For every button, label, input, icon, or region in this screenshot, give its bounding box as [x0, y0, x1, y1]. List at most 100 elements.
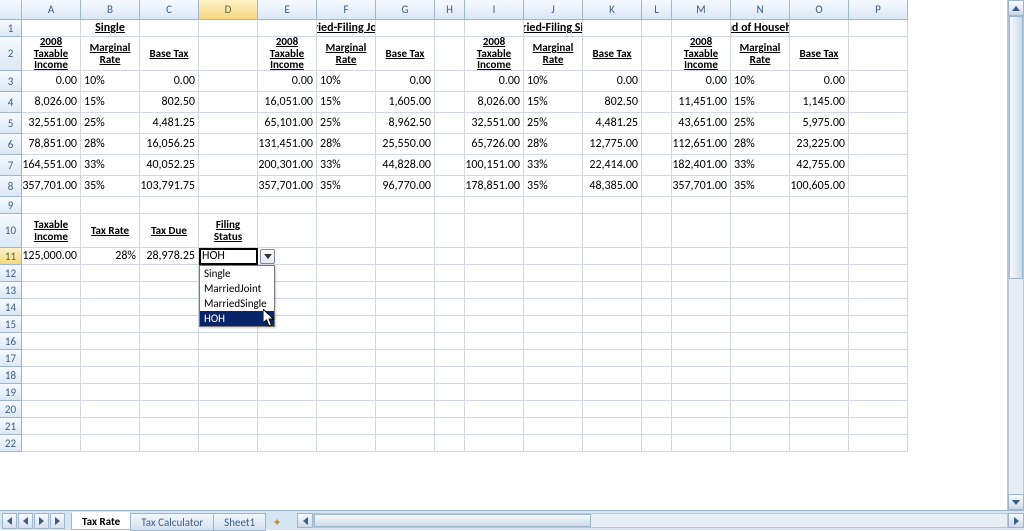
col-header-C[interactable]: C	[140, 0, 199, 20]
cell-base: 25,550.00	[376, 134, 435, 155]
cell-base: 0.00	[583, 71, 642, 92]
col-header-G[interactable]: G	[376, 0, 435, 20]
col-header-H[interactable]: H	[435, 0, 465, 20]
row-header-5[interactable]: 5	[0, 113, 22, 134]
row-header-10[interactable]: 10	[0, 214, 22, 248]
row-header-15[interactable]: 15	[0, 316, 22, 333]
calc-header: Taxable Income	[22, 214, 81, 248]
row-header-6[interactable]: 6	[0, 134, 22, 155]
tab-prev-button[interactable]	[18, 513, 33, 529]
cell-base: 23,225.00	[790, 134, 849, 155]
row-header-19[interactable]: 19	[0, 384, 22, 401]
row-header-1[interactable]: 1	[0, 20, 22, 37]
cell-rate: 33%	[81, 155, 140, 176]
row-header-7[interactable]: 7	[0, 155, 22, 176]
cell-income: 8,026.00	[465, 92, 524, 113]
cell-base: 802.50	[583, 92, 642, 113]
col-header-P[interactable]: P	[849, 0, 908, 20]
col-header: Marginal Rate	[731, 37, 790, 71]
row-header-12[interactable]: 12	[0, 265, 22, 282]
row-header-9[interactable]: 9	[0, 197, 22, 214]
vscroll-track[interactable]	[1008, 16, 1024, 494]
hscroll-track[interactable]	[313, 513, 1008, 528]
cell-income: 11,451.00	[672, 92, 731, 113]
cell-base: 40,052.25	[140, 155, 199, 176]
cell-base: 12,775.00	[583, 134, 642, 155]
scroll-up-button[interactable]	[1008, 0, 1024, 16]
row-header-18[interactable]: 18	[0, 367, 22, 384]
cell-income: 65,101.00	[258, 113, 317, 134]
scroll-down-button[interactable]	[1008, 494, 1024, 510]
row-header-22[interactable]: 22	[0, 435, 22, 452]
cell-rate: 28%	[81, 134, 140, 155]
cell-income: 164,551.00	[22, 155, 81, 176]
cell-base: 0.00	[790, 71, 849, 92]
cell-income: 43,651.00	[672, 113, 731, 134]
cell-income: 8,026.00	[22, 92, 81, 113]
tab-last-button[interactable]	[50, 513, 65, 529]
cell-base: 1,145.00	[790, 92, 849, 113]
cell-rate: 10%	[731, 71, 790, 92]
vertical-scrollbar[interactable]	[1007, 0, 1024, 510]
cursor-icon	[263, 309, 277, 327]
tab-tax-calculator[interactable]: Tax Calculator	[130, 513, 214, 531]
col-header-N[interactable]: N	[731, 0, 790, 20]
tab-sheet1[interactable]: Sheet1	[213, 513, 266, 531]
col-header: Marginal Rate	[317, 37, 376, 71]
cell-income: 65,726.00	[465, 134, 524, 155]
row-header-2[interactable]: 2	[0, 37, 22, 71]
row-header-14[interactable]: 14	[0, 299, 22, 316]
cell-base: 16,056.25	[140, 134, 199, 155]
cell-rate: 28%	[317, 134, 376, 155]
col-header-M[interactable]: M	[672, 0, 731, 20]
hscroll-thumb[interactable]	[314, 514, 591, 527]
cell-income: 357,701.00	[22, 176, 81, 197]
row-header-8[interactable]: 8	[0, 176, 22, 197]
col-header: 2008 Taxable Income	[465, 37, 524, 71]
tab-nav	[0, 511, 67, 530]
cell-rate: 33%	[317, 155, 376, 176]
spreadsheet-grid[interactable]: ABCDEFGHIJKLMNOP1SingleMarried-Filing Jo…	[0, 0, 1024, 510]
col-header-D[interactable]: D	[199, 0, 258, 20]
scroll-right-button[interactable]	[1008, 513, 1024, 528]
dropdown-option-single[interactable]: Single	[200, 266, 274, 281]
group-title-hoh: Head of Household	[731, 20, 790, 37]
col-header-E[interactable]: E	[258, 0, 317, 20]
cell-rate: 25%	[81, 113, 140, 134]
insert-sheet-icon[interactable]: ✦	[269, 514, 285, 530]
col-header-L[interactable]: L	[642, 0, 672, 20]
row-header-20[interactable]: 20	[0, 401, 22, 418]
calc-cell-filing_status[interactable]: HOH	[199, 248, 258, 265]
group-title-single: Single	[81, 20, 140, 37]
col-header-K[interactable]: K	[583, 0, 642, 20]
row-header-16[interactable]: 16	[0, 333, 22, 350]
row-header-17[interactable]: 17	[0, 350, 22, 367]
tab-next-button[interactable]	[34, 513, 49, 529]
tab-first-button[interactable]	[2, 513, 17, 529]
row-header-13[interactable]: 13	[0, 282, 22, 299]
col-header-J[interactable]: J	[524, 0, 583, 20]
dropdown-option-marriedjoint[interactable]: MarriedJoint	[200, 281, 274, 296]
cell-rate: 28%	[731, 134, 790, 155]
select-all-corner[interactable]	[0, 0, 22, 20]
col-header-B[interactable]: B	[81, 0, 140, 20]
scroll-left-button[interactable]	[297, 513, 313, 528]
tab-tax-rate[interactable]: Tax Rate	[71, 512, 131, 530]
col-header-O[interactable]: O	[790, 0, 849, 20]
col-header-A[interactable]: A	[22, 0, 81, 20]
row-header-11[interactable]: 11	[0, 248, 22, 265]
cell-rate: 35%	[317, 176, 376, 197]
dropdown-button[interactable]	[260, 249, 275, 264]
cell-income: 16,051.00	[258, 92, 317, 113]
col-header: 2008 Taxable Income	[672, 37, 731, 71]
row-header-3[interactable]: 3	[0, 71, 22, 92]
col-header-I[interactable]: I	[465, 0, 524, 20]
cell-income: 100,151.00	[465, 155, 524, 176]
vscroll-thumb[interactable]	[1009, 16, 1023, 279]
calc-cell-tax_rate: 28%	[81, 248, 140, 265]
col-header-F[interactable]: F	[317, 0, 376, 20]
row-header-4[interactable]: 4	[0, 92, 22, 113]
horizontal-scrollbar[interactable]	[297, 511, 1024, 530]
cell-rate: 15%	[317, 92, 376, 113]
row-header-21[interactable]: 21	[0, 418, 22, 435]
